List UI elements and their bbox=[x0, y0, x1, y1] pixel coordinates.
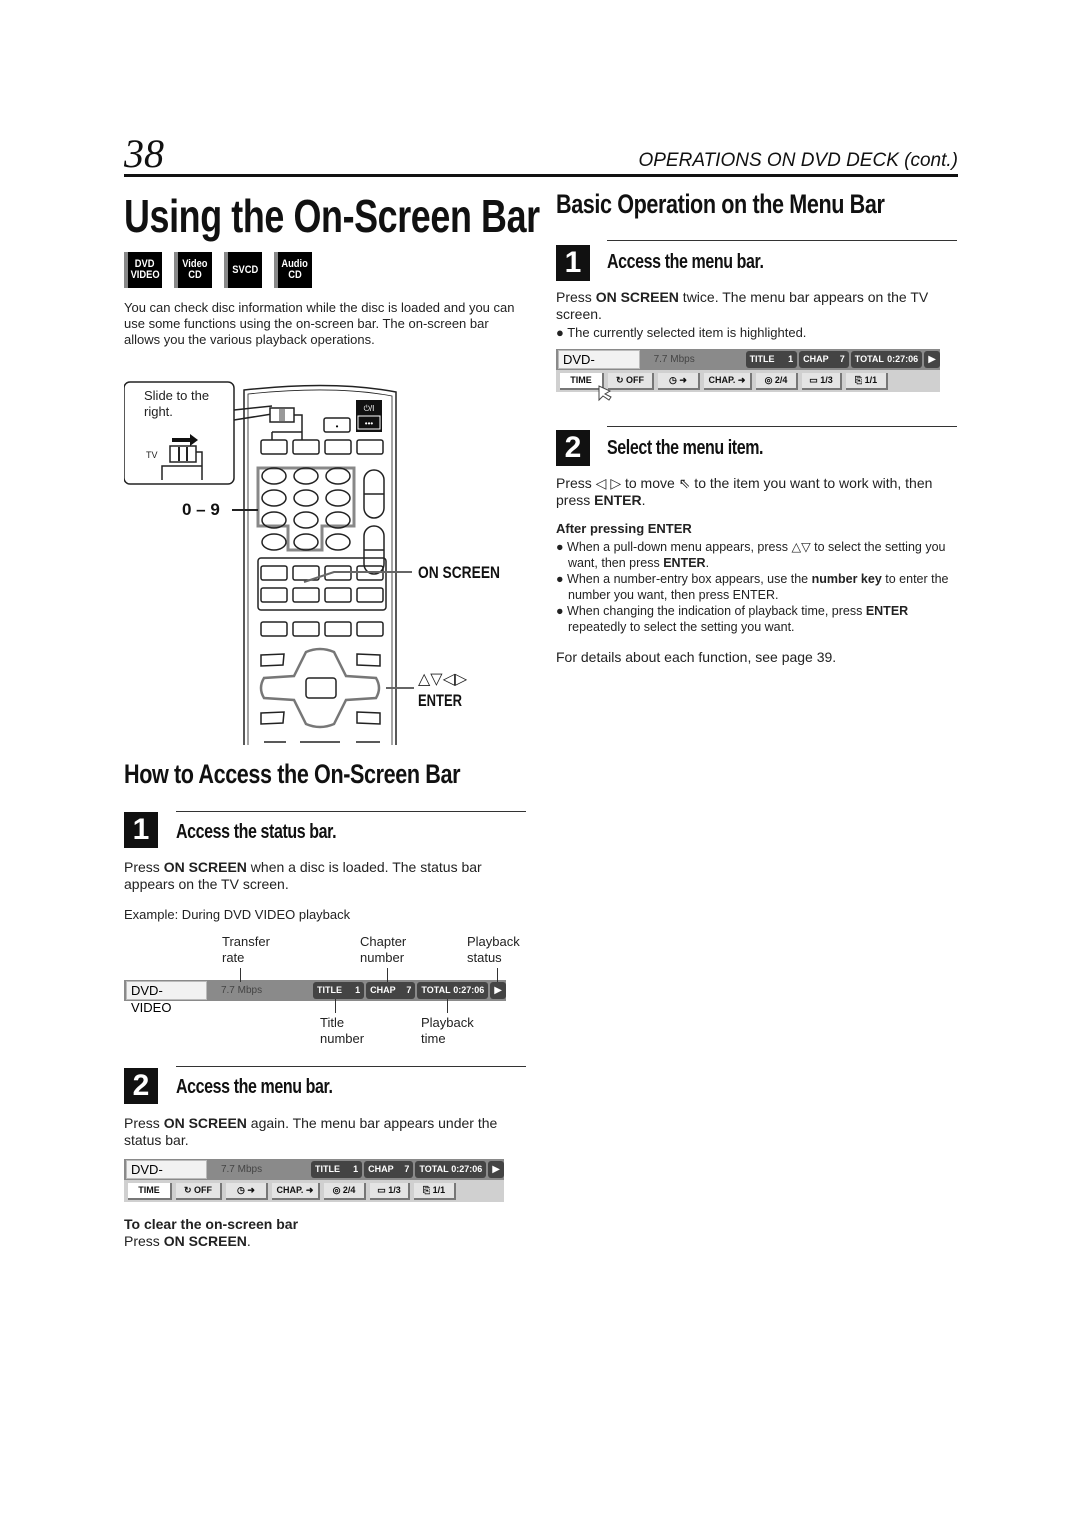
power-icon: ⏻/I bbox=[364, 404, 375, 413]
callout-chapter-number: Chapter number bbox=[360, 934, 407, 965]
play-status-icon: ▶ bbox=[490, 982, 506, 999]
total-time-segment: TOTAL 0:27:06 bbox=[417, 982, 489, 999]
menu-item-chapter-search[interactable]: CHAP. ➜ bbox=[272, 1182, 320, 1200]
menu-item-subtitle[interactable]: ▭ 1/3 bbox=[370, 1182, 410, 1200]
step-rule bbox=[176, 1066, 526, 1067]
menu-item-audio[interactable]: ◎ 2/4 bbox=[756, 372, 798, 390]
label-on-screen: ON SCREEN bbox=[418, 563, 500, 582]
list-item: ● When changing the indication of playba… bbox=[556, 604, 909, 634]
header-rule bbox=[124, 174, 958, 177]
step-rule bbox=[607, 240, 957, 241]
right-step1-title: Access the menu bar. bbox=[607, 251, 764, 273]
right-step-number-2: 2 bbox=[556, 430, 590, 466]
list-item: ● When a number-entry box appears, use t… bbox=[556, 572, 949, 602]
step1-title: Access the status bar. bbox=[176, 821, 337, 843]
intro-text: You can check disc information while the… bbox=[124, 300, 515, 347]
step2-text: Press ON SCREEN again. The menu bar appe… bbox=[124, 1115, 498, 1148]
step-rule bbox=[176, 811, 526, 812]
menu-item-subtitle[interactable]: ▭ 1/3 bbox=[802, 372, 842, 390]
label-arrow-keys: △▽◁▷ bbox=[418, 669, 468, 688]
list-item: ● When a pull-down menu appears, press △… bbox=[556, 540, 946, 570]
tv-label: TV bbox=[146, 450, 158, 460]
step-rule bbox=[607, 426, 957, 427]
right-step-number-1: 1 bbox=[556, 245, 590, 281]
menu-item-chapter-search[interactable]: CHAP. ➜ bbox=[704, 372, 752, 390]
menu-item-angle[interactable]: ⎘ 1/1 bbox=[846, 372, 888, 390]
after-enter-list: ● When a pull-down menu appears, press △… bbox=[556, 539, 958, 635]
menu-item-time-search[interactable]: ◷ ➜ bbox=[658, 372, 700, 390]
menu-item-time-search[interactable]: ◷ ➜ bbox=[226, 1182, 268, 1200]
clear-bar-text: Press ON SCREEN. bbox=[124, 1233, 251, 1249]
remote-illustration: ⏻/I ••• • Slide to the right. TV 0 – 9 O… bbox=[124, 381, 500, 745]
after-enter-title: After pressing ENTER bbox=[556, 521, 692, 536]
right-step1-bullet: ● The currently selected item is highlig… bbox=[556, 325, 807, 340]
how-to-access-heading: How to Access the On-Screen Bar bbox=[124, 759, 461, 789]
callout-playback-time: Playback time bbox=[421, 1015, 474, 1046]
step-number-2: 2 bbox=[124, 1068, 158, 1104]
step-number-1: 1 bbox=[124, 812, 158, 848]
badge-video-cd: Video CD bbox=[174, 252, 212, 288]
label-enter: ENTER bbox=[418, 691, 462, 710]
label-number-keys: 0 – 9 bbox=[182, 500, 220, 519]
callout-playback-status: Playback status bbox=[467, 934, 520, 965]
status-bar-example: DVD-VIDEO 7.7 Mbps TITLE 1 CHAP 7 TOTAL 0:2… bbox=[124, 980, 506, 1015]
details-reference: For details about each function, see pag… bbox=[556, 649, 837, 665]
right-step2-title: Select the menu item. bbox=[607, 437, 764, 459]
example-caption: Example: During DVD VIDEO playback bbox=[124, 907, 351, 922]
menu-bar-step2: TIME ↻ OFF ◷ ➜ CHAP. ➜ ◎ 2/4 ▭ 1/3 ⎘ 1/1 bbox=[124, 1180, 504, 1202]
clear-bar-title: To clear the on-screen bar bbox=[124, 1216, 299, 1232]
title-segment: TITLE 1 bbox=[312, 982, 365, 999]
callout-transfer-rate: Transfer rate bbox=[222, 934, 270, 965]
right-step1-text: Press ON SCREEN twice. The menu bar appe… bbox=[556, 289, 929, 322]
menu-item-repeat[interactable]: ↻ OFF bbox=[176, 1182, 222, 1200]
svg-text:•: • bbox=[336, 422, 339, 431]
step2-title: Access the menu bar. bbox=[176, 1076, 333, 1098]
disc-badges: DVD VIDEO Video CD SVCD Audio CD bbox=[124, 252, 312, 288]
svg-text:•••: ••• bbox=[365, 419, 374, 428]
callout-title-number: Title number bbox=[320, 1015, 365, 1046]
right-step2-text: Press ◁ ▷ to move ⇖ to the item you want… bbox=[556, 475, 933, 508]
cursor-icon bbox=[598, 385, 612, 402]
step1-text: Press ON SCREEN when a disc is loaded. T… bbox=[124, 859, 482, 892]
disc-type: DVD-VIDEO bbox=[126, 981, 207, 1015]
slide-callout-text: Slide to the bbox=[144, 388, 209, 403]
badge-svcd: SVCD bbox=[224, 252, 262, 288]
menu-item-audio[interactable]: ◎ 2/4 bbox=[324, 1182, 366, 1200]
badge-audio-cd: Audio CD bbox=[274, 252, 312, 288]
transfer-rate: 7.7 Mbps bbox=[220, 985, 263, 996]
status-bar-step2: DVD-VIDEO 7.7 Mbps TITLE1 CHAP7 TOTAL0:2… bbox=[124, 1159, 504, 1194]
menu-item-time[interactable]: TIME bbox=[128, 1182, 172, 1200]
svg-text:right.: right. bbox=[144, 404, 173, 419]
menu-item-angle[interactable]: ⎘ 1/1 bbox=[414, 1182, 456, 1200]
page-number: 38 bbox=[124, 131, 164, 176]
badge-dvd-video: DVD VIDEO bbox=[124, 252, 162, 288]
page-title: Using the On-Screen Bar bbox=[124, 190, 540, 242]
status-bar-right: DVD-VIDEO 7.7 Mbps TITLE1 CHAP7 TOTAL0:2… bbox=[556, 349, 941, 384]
chapter-segment: CHAP 7 bbox=[366, 982, 416, 999]
section-header: OPERATIONS ON DVD DECK (cont.) bbox=[638, 150, 958, 171]
basic-operation-heading: Basic Operation on the Menu Bar bbox=[556, 189, 885, 219]
